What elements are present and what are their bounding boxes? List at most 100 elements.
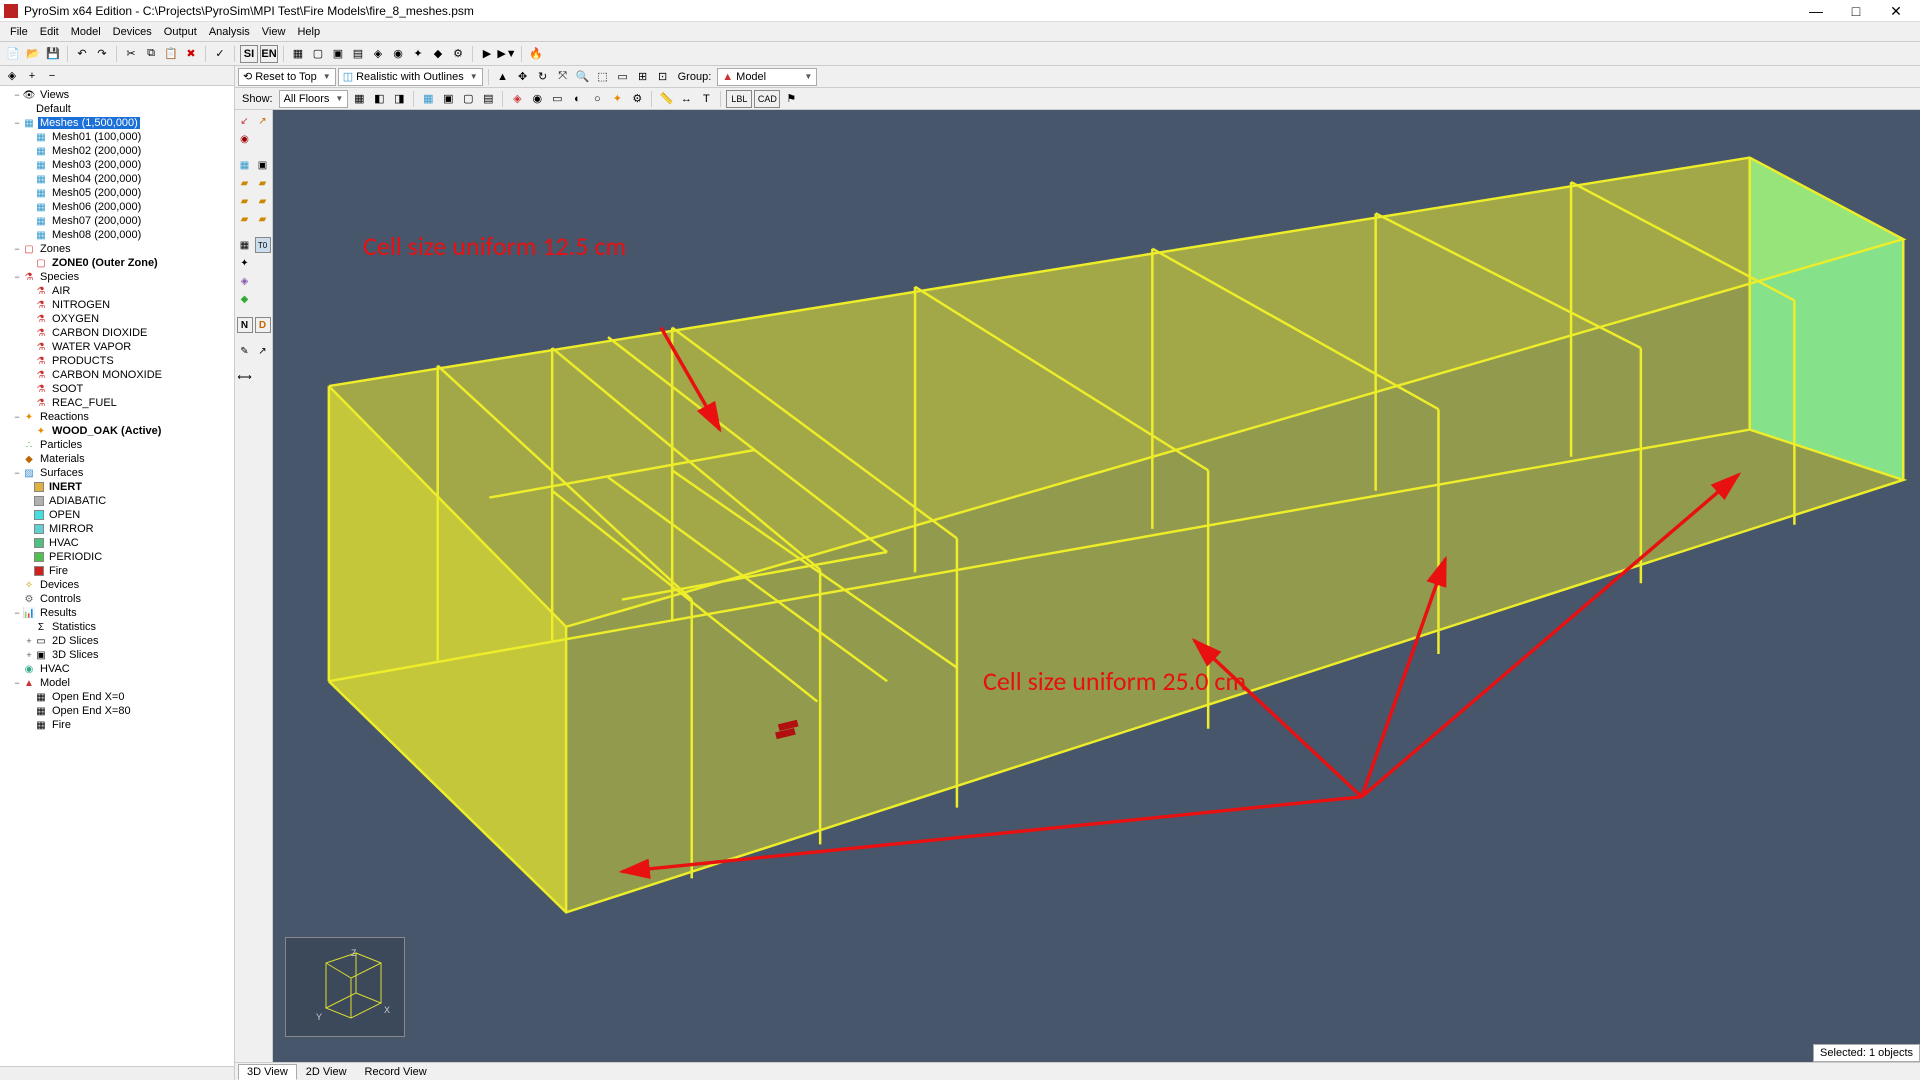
flag-icon[interactable]: ⚑ — [782, 90, 800, 108]
ortho-snap-icon[interactable]: ⊡ — [654, 68, 672, 86]
tree-3d-slices[interactable]: 3D Slices — [50, 649, 100, 661]
show-init-icon[interactable]: ◐ — [568, 90, 586, 108]
show-hvac-icon[interactable]: ◉ — [528, 90, 546, 108]
select-tool-icon[interactable]: ▲ — [494, 68, 512, 86]
menu-devices[interactable]: Devices — [107, 24, 158, 40]
tree-statistics[interactable]: Statistics — [50, 621, 98, 633]
zoom-fit-icon[interactable]: ▭ — [614, 68, 632, 86]
floors-dropdown[interactable]: All Floors▼ — [279, 90, 349, 108]
tree-surface-item[interactable]: Fire — [47, 565, 70, 577]
opt1-icon[interactable]: ◈ — [237, 273, 253, 289]
tree-species-item[interactable]: CARBON MONOXIDE — [50, 369, 164, 381]
tool-device-icon[interactable]: ◈ — [369, 45, 387, 63]
tab-record-view[interactable]: Record View — [356, 1064, 436, 1080]
persp-icon[interactable]: ◉ — [237, 131, 253, 147]
tree-wood-oak[interactable]: WOOD_OAK (Active) — [50, 425, 163, 437]
tree-mesh-item[interactable]: Mesh02 (200,000) — [50, 145, 143, 157]
n-button[interactable]: N — [237, 317, 253, 333]
tree-species-item[interactable]: AIR — [50, 285, 72, 297]
group-dropdown[interactable]: ▲Model▼ — [717, 68, 817, 86]
tab-3d-view[interactable]: 3D View — [238, 1064, 297, 1080]
menu-output[interactable]: Output — [158, 24, 203, 40]
show-slice-icon[interactable]: ▭ — [548, 90, 566, 108]
d-button[interactable]: D — [255, 317, 271, 333]
tool-vent-icon[interactable]: ▢ — [309, 45, 327, 63]
tree-mesh-item[interactable]: Mesh07 (200,000) — [50, 215, 143, 227]
clip-tool-icon[interactable]: ◧ — [370, 90, 388, 108]
tree-scrollbar[interactable] — [0, 1066, 234, 1080]
zoom-tool-icon[interactable]: 🔍 — [574, 68, 592, 86]
tree-model-item[interactable]: Open End X=80 — [50, 705, 133, 717]
shade2-icon[interactable]: ▰ — [255, 175, 271, 191]
tree-species-item[interactable]: SOOT — [50, 383, 85, 395]
tree-particles[interactable]: Particles — [38, 439, 84, 451]
tree-reactions[interactable]: Reactions — [38, 411, 91, 423]
tree-surfaces[interactable]: Surfaces — [38, 467, 85, 479]
back-view-icon[interactable]: ↗ — [255, 113, 271, 129]
tree-mesh-item[interactable]: Mesh06 (200,000) — [50, 201, 143, 213]
tree-2d-slices[interactable]: 2D Slices — [50, 635, 100, 647]
tree-views[interactable]: Views — [38, 89, 71, 101]
navigation-tree[interactable]: −👁Views Default −▦Meshes (1,500,000) ▦Me… — [0, 86, 234, 1066]
show-ctrl-icon[interactable]: ⚙ — [628, 90, 646, 108]
3d-viewport[interactable]: Cell size uniform 12.5 cm Cell size unif… — [273, 110, 1920, 1062]
undo-icon[interactable]: ↶ — [73, 45, 91, 63]
tree-controls[interactable]: Controls — [38, 593, 83, 605]
tree-surface-item[interactable]: OPEN — [47, 509, 82, 521]
text-icon[interactable]: T — [697, 90, 715, 108]
tool-obst-icon[interactable]: ▣ — [329, 45, 347, 63]
tree-surface-item[interactable]: PERIODIC — [47, 551, 104, 563]
shade4-icon[interactable]: ▰ — [255, 193, 271, 209]
tree-expand-icon[interactable]: + — [23, 67, 41, 85]
tree-model-item[interactable]: Fire — [50, 719, 73, 731]
tree-devices[interactable]: Devices — [38, 579, 81, 591]
tree-species-item[interactable]: CARBON DIOXIDE — [50, 327, 149, 339]
copy-icon[interactable]: ⧉ — [142, 45, 160, 63]
eyedrop-icon[interactable]: ✎ — [237, 343, 253, 359]
tree-species[interactable]: Species — [38, 271, 81, 283]
ruler-icon[interactable]: ⟷ — [237, 369, 253, 385]
opt2-icon[interactable]: ◆ — [237, 291, 253, 307]
tree-species-item[interactable]: REAC_FUEL — [50, 397, 119, 409]
show-obst-icon[interactable]: ▣ — [439, 90, 457, 108]
cut-icon[interactable]: ✂ — [122, 45, 140, 63]
maximize-button[interactable]: □ — [1836, 1, 1876, 21]
tree-mesh-item[interactable]: Mesh05 (200,000) — [50, 187, 143, 199]
tool-reaction-icon[interactable]: ✦ — [409, 45, 427, 63]
tree-mesh-item[interactable]: Mesh03 (200,000) — [50, 159, 143, 171]
show-mesh-icon[interactable]: ▦ — [419, 90, 437, 108]
tree-meshes[interactable]: Meshes (1,500,000) — [38, 117, 140, 129]
dimension-icon[interactable]: ↔ — [677, 90, 695, 108]
menu-help[interactable]: Help — [291, 24, 326, 40]
tree-pick-icon[interactable]: ◈ — [3, 67, 21, 85]
tree-surface-item[interactable]: INERT — [47, 481, 84, 493]
new-icon[interactable]: 📄 — [4, 45, 22, 63]
paste-icon[interactable]: 📋 — [162, 45, 180, 63]
tree-collapse-icon[interactable]: − — [43, 67, 61, 85]
roam-tool-icon[interactable]: ⤧ — [554, 68, 572, 86]
run-cluster-icon[interactable]: ▶▼ — [498, 45, 516, 63]
t0-button[interactable]: T0 — [255, 237, 271, 253]
menu-edit[interactable]: Edit — [34, 24, 65, 40]
menu-view[interactable]: View — [256, 24, 292, 40]
show-vent-icon[interactable]: ▤ — [479, 90, 497, 108]
section-tool-icon[interactable]: ◨ — [390, 90, 408, 108]
menu-analysis[interactable]: Analysis — [203, 24, 256, 40]
tool-surface-icon[interactable]: ◉ — [389, 45, 407, 63]
tree-zones[interactable]: Zones — [38, 243, 73, 255]
measure-icon[interactable]: 📏 — [657, 90, 675, 108]
save-icon[interactable]: 💾 — [44, 45, 62, 63]
show-zone-icon[interactable]: ○ — [588, 90, 606, 108]
tool-control-icon[interactable]: ⚙ — [449, 45, 467, 63]
tree-results[interactable]: Results — [38, 607, 79, 619]
shade1-icon[interactable]: ▰ — [237, 175, 253, 191]
cad-toggle[interactable]: CAD — [754, 90, 780, 108]
tool-material-icon[interactable]: ◆ — [429, 45, 447, 63]
tool-hole-icon[interactable]: ▤ — [349, 45, 367, 63]
tree-species-item[interactable]: NITROGEN — [50, 299, 112, 311]
tree-species-item[interactable]: OXYGEN — [50, 313, 101, 325]
tree-surface-item[interactable]: ADIABATIC — [47, 495, 108, 507]
shade3-icon[interactable]: ▰ — [237, 193, 253, 209]
open-icon[interactable]: 📂 — [24, 45, 42, 63]
spell-icon[interactable]: ✓ — [211, 45, 229, 63]
